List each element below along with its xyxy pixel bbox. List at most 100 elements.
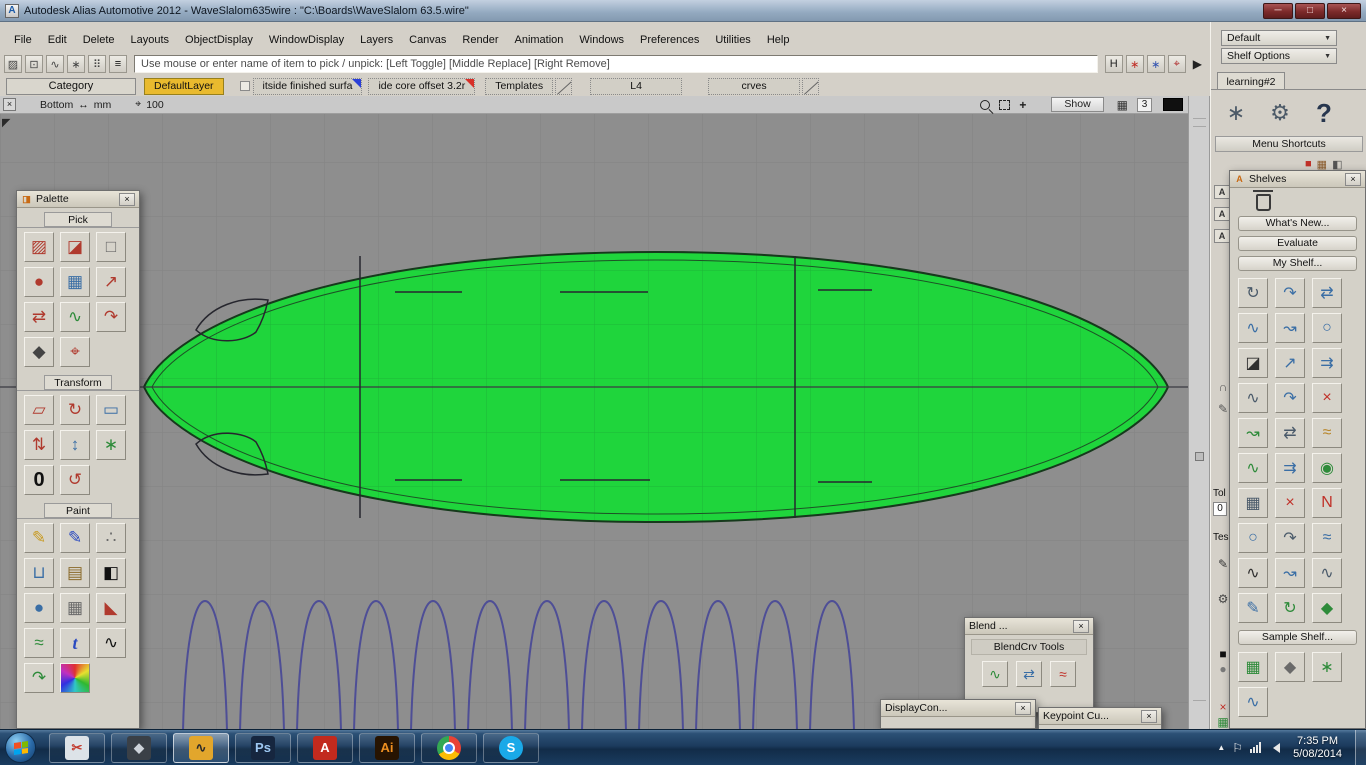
pick-point-icon[interactable]: ● [24,267,54,297]
network-icon[interactable] [1250,742,1261,753]
menu-item[interactable]: Render [454,31,506,49]
menu-item[interactable]: Canvas [401,31,454,49]
close-icon[interactable]: × [1345,173,1361,186]
hidden-icons-chevron[interactable]: ▲ [1217,743,1225,752]
brush-curve-icon[interactable]: ↷ [24,663,54,693]
panel-window-a-icon[interactable]: A [1214,229,1230,243]
shelves-title-bar[interactable]: A Shelves × [1230,171,1365,188]
layer-tab[interactable]: Templates [485,78,572,95]
paint-bucket-icon[interactable]: ⊔ [24,558,54,588]
volume-icon[interactable] [1268,743,1280,753]
scale-icon[interactable]: ▭ [96,395,126,425]
acrobat-app[interactable]: A [297,733,353,763]
eraser-icon[interactable]: ◣ [96,593,126,623]
pick-nothing-icon[interactable]: ◆ [24,337,54,367]
shelf-tool-icon[interactable]: ∿ [1238,558,1268,588]
menu-item[interactable]: ObjectDisplay [177,31,261,49]
transform-section-tab[interactable]: Transform [44,375,112,390]
history-icon[interactable]: H [1105,55,1123,73]
grid-toggle-icon[interactable]: ▦ [1117,98,1128,112]
help-icon[interactable]: ? [1307,94,1341,132]
nonp-scale-icon[interactable]: ↕ [60,430,90,460]
shelf-tool-icon[interactable]: ⇉ [1275,453,1305,483]
menu-item[interactable]: File [6,31,40,49]
shelf-tool-icon[interactable]: ↷ [1275,523,1305,553]
pencil-icon[interactable]: ✎ [24,523,54,553]
axis-swap-icon[interactable]: ↔ [78,99,89,111]
alias-app[interactable]: ∿ [173,733,229,763]
show-desktop-button[interactable] [1355,730,1366,765]
promptline-input[interactable] [134,55,1098,73]
promptline-run-icon[interactable]: ▶ [1189,57,1206,71]
shelf-tool-icon[interactable]: ∗ [1312,652,1342,682]
pick-chain-icon[interactable]: ↷ [96,302,126,332]
menu-item[interactable]: Delete [75,31,123,49]
close-icon[interactable]: × [1073,620,1089,633]
close-icon[interactable]: × [1141,710,1157,723]
menu-item[interactable]: Preferences [632,31,707,49]
shelf-tool-icon[interactable]: × [1312,383,1342,413]
pick-cv-icon[interactable]: ▦ [60,267,90,297]
shelf-tool-icon[interactable]: ≈ [1312,523,1342,553]
start-button[interactable] [5,732,36,763]
canvas-sheet-icon[interactable]: ▦ [60,593,90,623]
layer-tab[interactable]: L4 [590,78,682,95]
shelf-tool-icon[interactable]: ↗ [1275,348,1305,378]
shelf-tool-icon[interactable]: ∿ [1238,313,1268,343]
maximize-button[interactable]: □ [1295,3,1325,19]
menu-item[interactable]: Layouts [123,31,178,49]
menu-item[interactable]: Animation [507,31,572,49]
menu-item[interactable]: Edit [40,31,75,49]
curve-filter-icon[interactable]: ∿ [46,55,64,73]
shelf-button[interactable]: My Shelf... [1238,256,1357,271]
menu-item[interactable]: Utilities [707,31,758,49]
paint-section-tab[interactable]: Paint [44,503,112,518]
ink-pen-icon[interactable]: ✎ [60,523,90,553]
panel-window-a-icon[interactable]: A [1214,185,1230,199]
menu-shortcuts-button[interactable]: Menu Shortcuts [1215,136,1363,152]
shelf-tool-icon[interactable]: ⇄ [1275,418,1305,448]
pick-focus-icon[interactable]: ⌖ [60,337,90,367]
zoom-icon[interactable] [980,100,990,110]
blend-mixed-icon[interactable]: ≈ [1050,661,1076,687]
shelf-tool-icon[interactable]: ↷ [1275,383,1305,413]
zero-transform-icon[interactable]: 0 [24,465,54,495]
shelf-tool-icon[interactable]: ○ [1312,313,1342,343]
move-icon[interactable]: ▱ [24,395,54,425]
shelf-button[interactable]: What's New... [1238,216,1357,231]
shelf-tool-icon[interactable]: × [1275,488,1305,518]
background-swatch[interactable] [1163,98,1183,111]
close-icon[interactable]: × [1015,702,1031,715]
pick-object-icon[interactable]: ▨ [24,232,54,262]
color-wheel-icon[interactable] [60,663,90,693]
taskbar-clock[interactable]: 7:35 PM 5/08/2014 [1293,735,1342,761]
spray-blue-icon[interactable]: ∗ [1147,55,1165,73]
gear-pencil-icon[interactable]: ⚙ [1263,94,1297,132]
shelf-tool-icon[interactable]: ↝ [1275,558,1305,588]
category-dropdown[interactable]: Category [6,78,136,95]
stroke-curve-icon[interactable]: ∿ [96,628,126,658]
promptline-list-icon[interactable]: ≡ [109,55,127,73]
shelf-options-dropdown[interactable]: Shelf Options ▼ [1221,48,1337,64]
blend-arrows-icon[interactable]: ⇄ [1016,661,1042,687]
shelf-tool-icon[interactable]: ⇉ [1312,348,1342,378]
shelf-tool-icon[interactable]: ◆ [1312,593,1342,623]
droplet-icon[interactable]: ● [24,593,54,623]
shelf-tool-icon[interactable]: ✎ [1238,593,1268,623]
box-zoom-icon[interactable] [999,100,1010,110]
shelf-button[interactable]: Evaluate [1238,236,1357,251]
shelf-tool-icon[interactable]: ↷ [1275,278,1305,308]
displaycon-title-bar[interactable]: DisplayCon... × [881,700,1035,717]
blend-title-bar[interactable]: Blend ... × [965,618,1093,635]
shelf-tool-icon[interactable]: ↻ [1275,593,1305,623]
palette-title-bar[interactable]: ◨ Palette × [17,191,139,208]
layer-tab[interactable]: itside finished surfa [240,78,363,95]
panel-window-a-icon[interactable]: A [1214,207,1230,221]
layer-tab[interactable]: DefaultLayer [144,78,224,95]
view-count-box[interactable]: 3 [1137,98,1152,112]
bw-swatch-icon[interactable]: ◧ [96,558,126,588]
shelf-tool-icon[interactable]: ≈ [1312,418,1342,448]
keypoint-title-bar[interactable]: Keypoint Cu... × [1039,708,1161,725]
skype-app[interactable]: S [483,733,539,763]
tab-learning2[interactable]: learning#2 [1217,72,1285,90]
